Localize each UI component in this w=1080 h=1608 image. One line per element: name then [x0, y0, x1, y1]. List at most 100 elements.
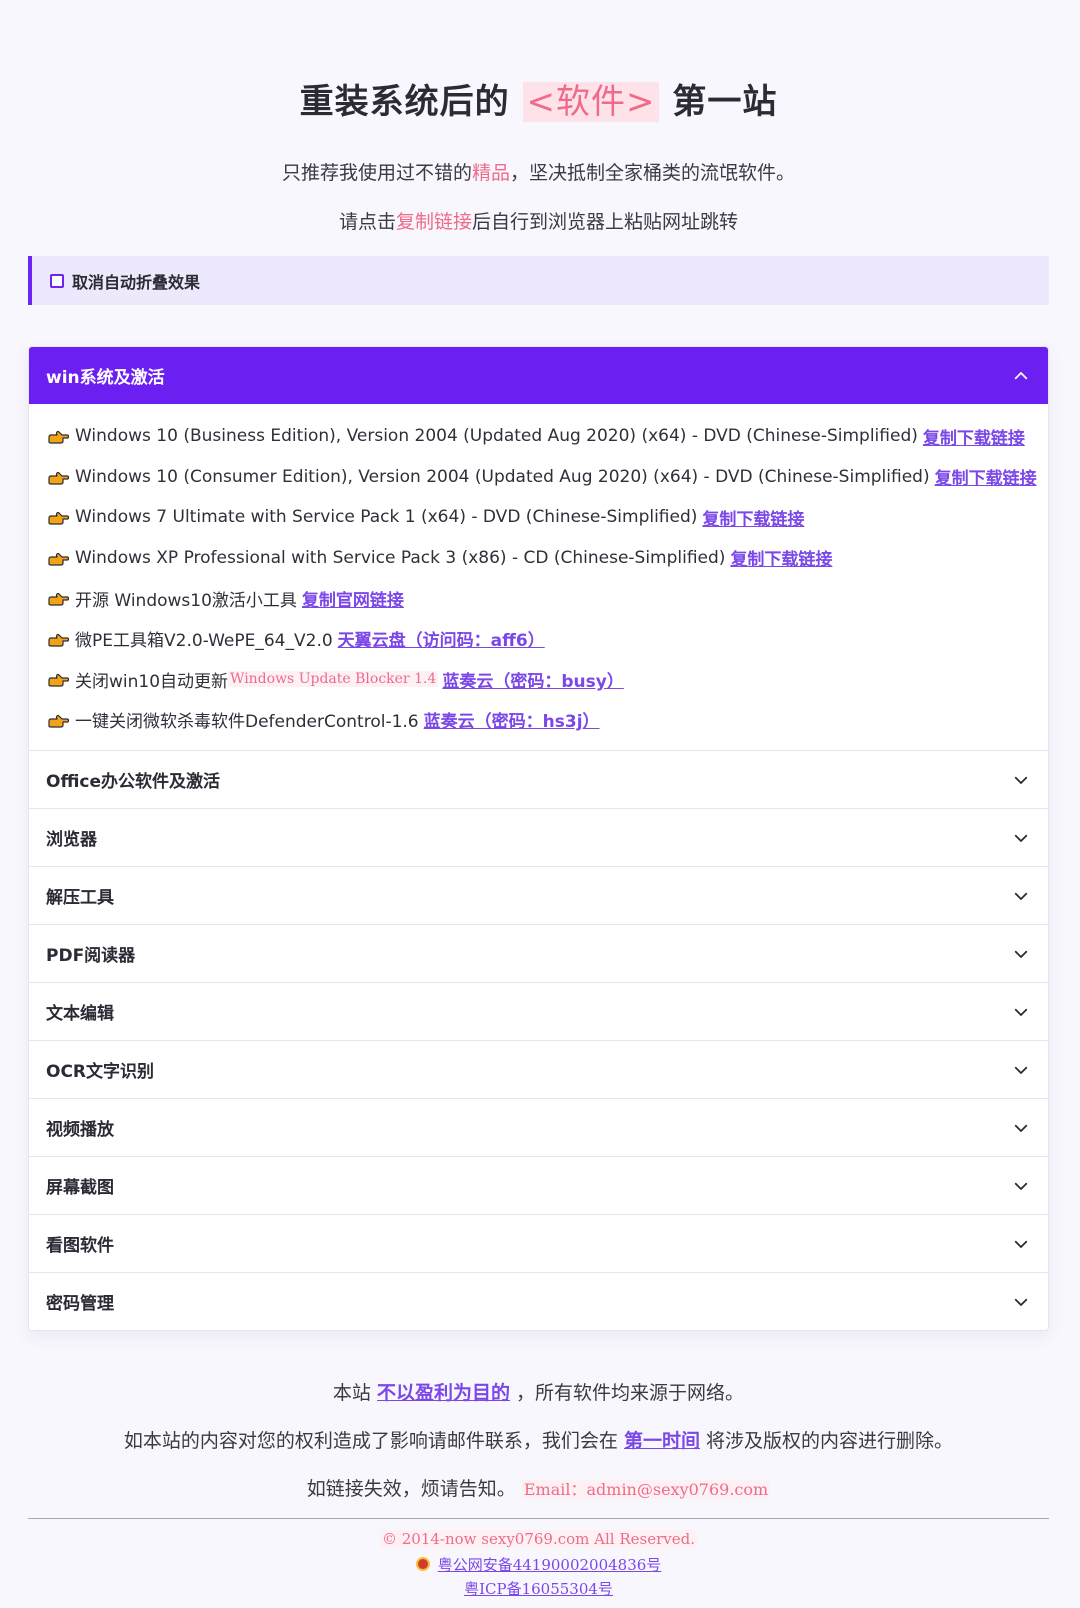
chevron-down-icon[interactable] — [1010, 1059, 1032, 1081]
copy-link[interactable]: 复制下载链接 — [702, 505, 804, 530]
accordion-header[interactable]: 文本编辑 — [29, 982, 1048, 1040]
copy-link[interactable]: 蓝奏云（密码：busy） — [442, 667, 623, 692]
accordion-header[interactable]: 屏幕截图 — [29, 1156, 1048, 1214]
collapse-toggle[interactable]: 取消自动折叠效果 — [28, 256, 1049, 305]
accordion-title: 屏幕截图 — [46, 1178, 114, 1198]
pointing-hand-icon — [48, 674, 69, 687]
accordion-title: 看图软件 — [46, 1236, 114, 1256]
item-text: Windows 10 (Business Edition), Version 2… — [75, 426, 918, 447]
chevron-down-icon[interactable] — [1010, 1233, 1032, 1255]
accordion-title: 文本编辑 — [46, 1004, 114, 1024]
pointing-hand-icon — [48, 512, 69, 525]
chevron-down-icon[interactable] — [1010, 827, 1032, 849]
footer-divider — [28, 1518, 1049, 1519]
intro-text: 请点击 — [338, 211, 396, 233]
pointing-hand-icon — [48, 552, 69, 566]
accordion-sections: Office办公软件及激活 浏览器解压工具 PDF阅读器 文本编辑 OCR文字识别 视频播… — [29, 750, 1048, 1330]
accordion-header[interactable]: PDF阅读器 — [29, 924, 1048, 982]
police-badge-icon — [415, 1557, 430, 1571]
intro-highlight: 精品 — [471, 162, 510, 184]
chevron-down-icon[interactable] — [1010, 1117, 1032, 1139]
chevron-up-icon[interactable] — [1010, 365, 1032, 387]
accordion-body-win: Windows 10 (Business Edition), Version 2… — [29, 404, 1048, 750]
copyright: © 2014-now sexy0769.com All Reserved. — [28, 1530, 1049, 1548]
list-item: Windows 10 (Business Edition), Version 2… — [47, 416, 1048, 457]
list-item: 一键关闭微软杀毒软件DefenderControl-1.6 蓝奏云（密码：hs3j… — [47, 700, 1048, 741]
software-accordion: win系统及激活 Windows 10 (Business Edition), … — [28, 346, 1049, 1331]
pointing-hand-icon — [48, 633, 69, 647]
first-time-link[interactable]: 第一时间 — [624, 1430, 700, 1452]
item-text: Windows 7 Ultimate with Service Pack 1 (… — [75, 507, 698, 528]
copy-link[interactable]: 蓝奏云（密码：hs3j） — [424, 707, 600, 732]
accordion-header[interactable]: OCR文字识别 — [29, 1040, 1048, 1098]
item-text: Windows 10 (Consumer Edition), Version 2… — [75, 466, 930, 487]
copy-link[interactable]: 复制下载链接 — [730, 545, 832, 570]
pointing-hand-icon — [48, 714, 69, 728]
intro-text: 后自行到浏览器上粘贴网址跳转 — [472, 211, 739, 233]
accordion-header[interactable]: 浏览器 — [29, 808, 1048, 866]
pointing-hand-icon — [48, 593, 69, 606]
accordion-title: 视频播放 — [46, 1120, 114, 1140]
title-suffix: 第一站 — [672, 82, 778, 122]
list-item: Windows XP Professional with Service Pac… — [47, 538, 1048, 579]
item-text: Windows XP Professional with Service Pac… — [75, 547, 726, 568]
title-prefix: 重装系统后的 — [299, 82, 510, 122]
chevron-down-icon[interactable] — [1010, 1291, 1032, 1313]
footer-text: 如链接失效，烦请告知。 — [306, 1478, 516, 1500]
footer-text: 将涉及版权的内容进行删除。 — [706, 1430, 954, 1452]
icp-link[interactable]: 粤ICP备16055304号 — [28, 1578, 1049, 1599]
toggle-checkbox[interactable] — [50, 273, 64, 288]
accordion-title: 解压工具 — [46, 888, 114, 908]
list-item: 关闭win10自动更新 Windows Update Blocker 1.4 蓝奏云… — [47, 659, 1048, 700]
footer-line-1: 本站 不以盈利为目的 ，所有软件均来源于网络。 — [28, 1378, 1049, 1405]
chevron-down-icon[interactable] — [1010, 1175, 1032, 1197]
item-text: 微PE工具箱V2.0-WePE_64_V2.0 — [75, 631, 333, 652]
accordion-title: Office办公软件及激活 — [46, 772, 221, 792]
chevron-down-icon[interactable] — [1010, 1001, 1032, 1023]
item-text: 开源 Windows10激活小工具 — [75, 590, 297, 611]
accordion-header-win[interactable]: win系统及激活 — [29, 347, 1048, 404]
list-item: Windows 10 (Consumer Edition), Version 2… — [47, 457, 1048, 498]
copy-link[interactable]: 复制官网链接 — [302, 586, 404, 611]
title-highlight: <软件> — [522, 82, 660, 122]
copy-link[interactable]: 复制下载链接 — [923, 424, 1025, 449]
police-beian-link[interactable]: 粤公网安备44190002004836号 — [28, 1554, 1049, 1575]
pointing-hand-icon — [48, 471, 69, 485]
copy-link[interactable]: 天翼云盘（访问码：aff6） — [338, 626, 545, 651]
accordion-header[interactable]: 解压工具 — [29, 866, 1048, 924]
item-text: 关闭win10自动更新 — [75, 671, 229, 692]
accordion-title: win系统及激活 — [46, 368, 165, 388]
contact-email: Email：admin@sexy0769.com — [521, 1480, 771, 1499]
list-item: 微PE工具箱V2.0-WePE_64_V2.0 天翼云盘（访问码：aff6） — [47, 619, 1048, 660]
intro-line-2: 请点击复制链接后自行到浏览器上粘贴网址跳转 — [28, 207, 1049, 234]
intro-highlight: 复制链接 — [395, 211, 472, 233]
chevron-down-icon[interactable] — [1010, 943, 1032, 965]
police-beian-text: 粤公网安备44190002004836号 — [437, 1556, 662, 1574]
footer-text: 如本站的内容对您的权利造成了影响请邮件联系，我们会在 — [123, 1430, 618, 1452]
chevron-down-icon[interactable] — [1010, 885, 1032, 907]
item-text: 一键关闭微软杀毒软件DefenderControl-1.6 — [75, 712, 419, 733]
nonprofit-link[interactable]: 不以盈利为目的 — [377, 1382, 510, 1404]
footer-line-2: 如本站的内容对您的权利造成了影响请邮件联系，我们会在 第一时间 将涉及版权的内容… — [28, 1426, 1049, 1453]
accordion-header[interactable]: 看图软件 — [29, 1214, 1048, 1272]
accordion-title: PDF阅读器 — [46, 946, 136, 966]
accordion-title: OCR文字识别 — [46, 1062, 155, 1082]
chevron-down-icon[interactable] — [1010, 769, 1032, 791]
accordion-header[interactable]: 视频播放 — [29, 1098, 1048, 1156]
pointing-hand-icon — [48, 431, 69, 444]
accordion-title: 浏览器 — [46, 830, 97, 850]
list-item: Windows 7 Ultimate with Service Pack 1 (… — [47, 497, 1048, 538]
footer-text: ，所有软件均来源于网络。 — [516, 1382, 745, 1404]
intro-line-1: 只推荐我使用过不错的精品，坚决抵制全家桶类的流氓软件。 — [28, 158, 1049, 185]
intro-text: ，坚决抵制全家桶类的流氓软件。 — [510, 162, 796, 184]
intro-text: 只推荐我使用过不错的 — [281, 162, 472, 184]
copyright-text: © 2014-now sexy0769.com All Reserved. — [379, 1530, 697, 1548]
footer-text: 本站 — [332, 1382, 371, 1404]
accordion-header[interactable]: Office办公软件及激活 — [29, 750, 1048, 808]
list-item: 开源 Windows10激活小工具 复制官网链接 — [47, 578, 1048, 619]
copy-link[interactable]: 复制下载链接 — [935, 464, 1037, 489]
accordion-title: 密码管理 — [46, 1294, 114, 1314]
accordion-header[interactable]: 密码管理 — [29, 1272, 1048, 1330]
page-title: 重装系统后的 <软件> 第一站 — [28, 74, 1049, 123]
item-code: Windows Update Blocker 1.4 — [228, 671, 439, 688]
